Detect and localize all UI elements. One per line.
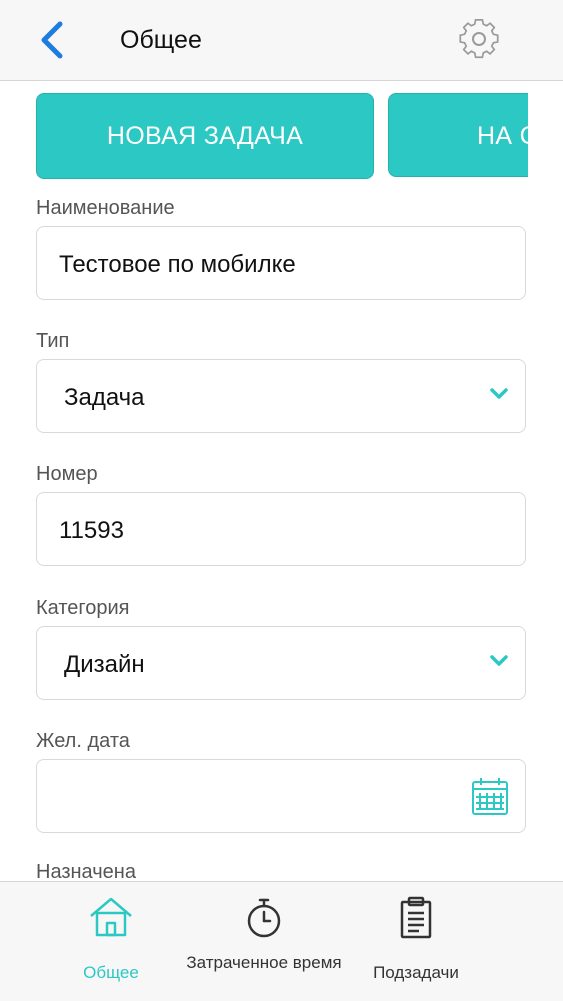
next-status-button[interactable]: НА С	[388, 93, 528, 177]
calendar-icon[interactable]	[471, 776, 509, 816]
settings-button[interactable]	[452, 12, 506, 66]
bottom-tab-bar: Общее Затраченное время Подзадачи	[0, 881, 563, 1001]
number-value: 11593	[59, 517, 124, 544]
top-nav-bar: Общее	[0, 0, 563, 81]
home-icon	[90, 897, 132, 937]
chevron-down-icon	[490, 388, 508, 399]
tab-time-spent-label: Затраченное время	[186, 953, 342, 972]
back-button[interactable]	[32, 16, 76, 64]
date-field[interactable]	[36, 759, 526, 833]
type-label: Тип	[36, 330, 70, 352]
type-value: Задача	[64, 384, 145, 411]
category-select[interactable]: Дизайн	[36, 626, 526, 700]
status-buttons-row[interactable]: НОВАЯ ЗАДАЧА НА С	[36, 91, 528, 179]
name-value: Тестовое по мобилке	[59, 251, 296, 278]
tab-time-spent[interactable]: Затраченное время	[184, 882, 344, 1001]
assigned-label: Назначена	[36, 861, 136, 881]
chevron-left-icon	[41, 21, 63, 59]
tab-general[interactable]: Общее	[31, 882, 191, 1001]
tab-subtasks[interactable]: Подзадачи	[336, 882, 496, 1001]
tab-general-label: Общее	[83, 963, 139, 982]
category-value: Дизайн	[64, 651, 145, 678]
gear-icon	[459, 18, 499, 59]
stopwatch-icon	[247, 898, 281, 938]
name-field[interactable]: Тестовое по мобилке	[36, 226, 526, 300]
number-field[interactable]: 11593	[36, 492, 526, 566]
clipboard-icon	[400, 896, 432, 939]
tab-subtasks-label: Подзадачи	[373, 963, 459, 982]
date-label: Жел. дата	[36, 730, 130, 752]
new-task-status-button[interactable]: НОВАЯ ЗАДАЧА	[36, 93, 374, 179]
number-label: Номер	[36, 463, 98, 485]
type-select[interactable]: Задача	[36, 359, 526, 433]
page-title: Общее	[120, 26, 202, 54]
chevron-down-icon	[490, 655, 508, 666]
name-label: Наименование	[36, 197, 175, 219]
category-label: Категория	[36, 597, 130, 619]
general-form: НОВАЯ ЗАДАЧА НА С Наименование Тестовое …	[0, 81, 563, 881]
